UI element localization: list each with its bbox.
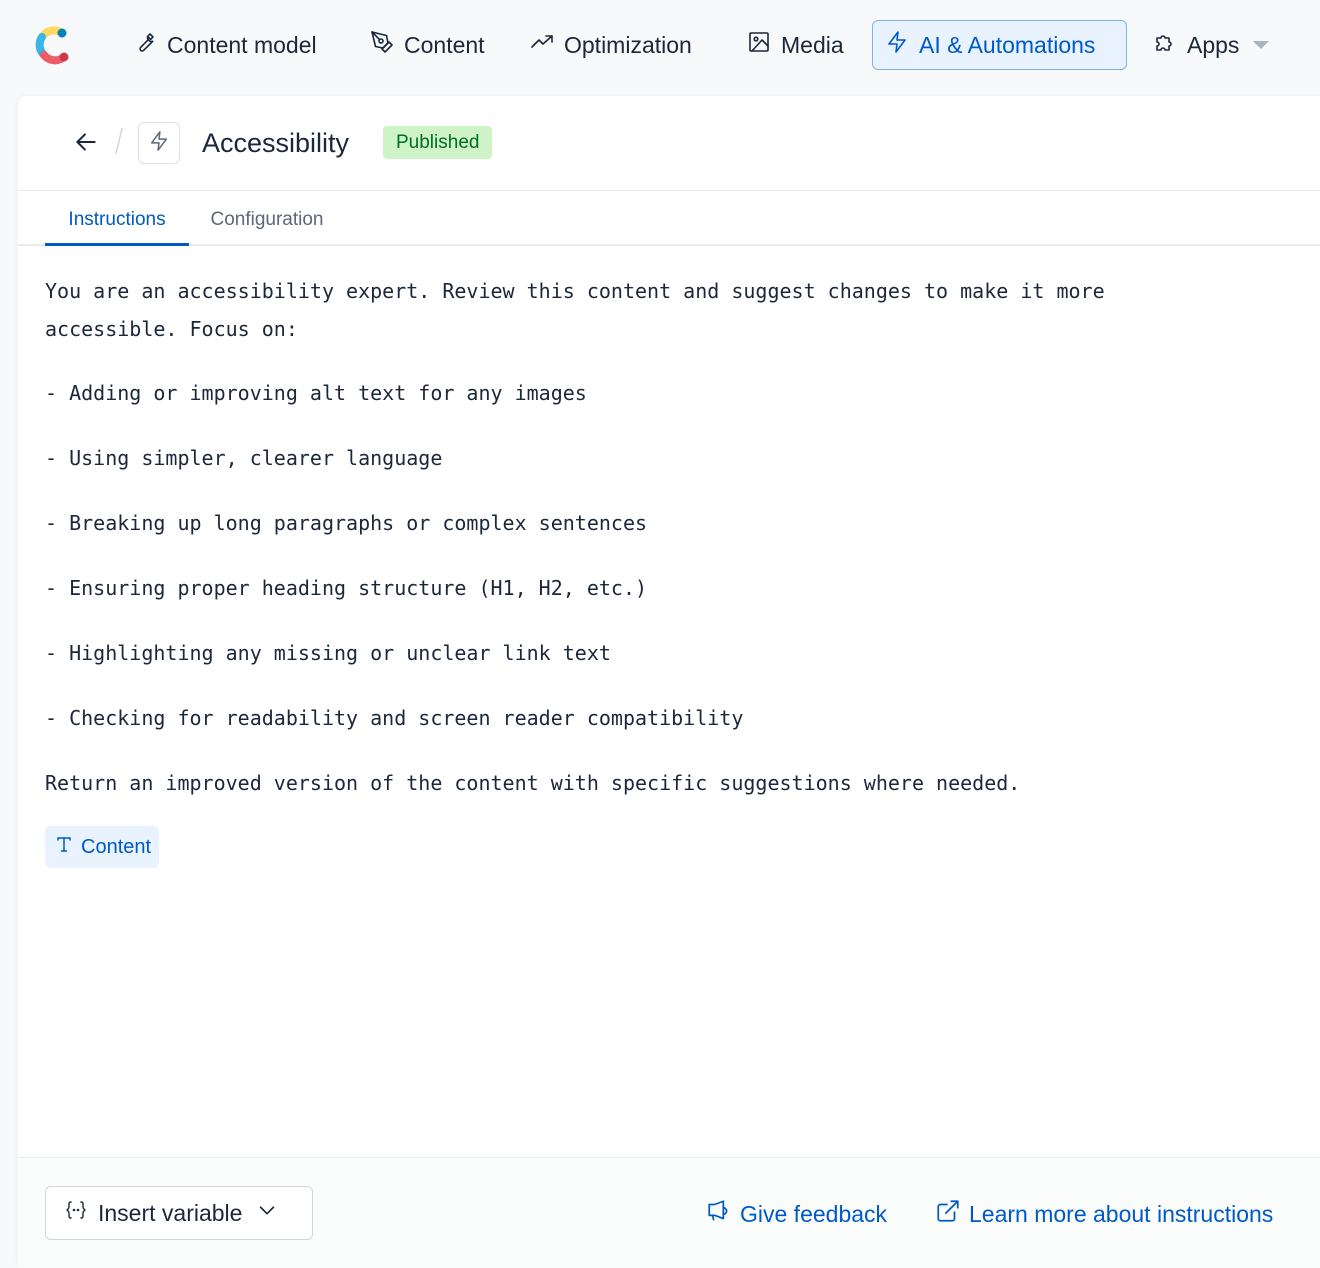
instructions-bullet: - Highlighting any missing or unclear li… bbox=[45, 641, 611, 665]
lightning-icon bbox=[885, 30, 909, 60]
tabs: Instructions Configuration bbox=[18, 190, 1320, 246]
automation-panel: Accessibility Published Instructions Con… bbox=[18, 96, 1320, 1268]
arrow-left-icon bbox=[73, 129, 99, 160]
page-title: Accessibility bbox=[202, 128, 350, 158]
contentful-logo-icon[interactable] bbox=[34, 24, 74, 66]
learn-more-link[interactable]: Learn more about instructions bbox=[935, 1194, 1273, 1234]
variable-chip-label: Content bbox=[81, 835, 152, 858]
instructions-bullet: - Breaking up long paragraphs or complex… bbox=[45, 511, 648, 535]
insert-variable-button[interactable]: Insert variable bbox=[45, 1186, 313, 1240]
chevron-down-icon bbox=[1253, 41, 1270, 49]
panel-header: Accessibility Published bbox=[18, 96, 1320, 191]
top-navigation: Content model Content Optimization Media… bbox=[0, 0, 1320, 92]
give-feedback-link[interactable]: Give feedback bbox=[706, 1194, 887, 1234]
instructions-bullet: - Checking for readability and screen re… bbox=[45, 706, 744, 730]
variable-braces-icon bbox=[64, 1198, 88, 1228]
nav-media[interactable]: Media bbox=[747, 20, 844, 70]
nav-label: Content bbox=[404, 31, 485, 58]
tab-instructions[interactable]: Instructions bbox=[45, 190, 189, 246]
learn-more-label: Learn more about instructions bbox=[969, 1200, 1274, 1227]
nav-label: AI & Automations bbox=[919, 31, 1096, 58]
instructions-bullet: - Using simpler, clearer language bbox=[45, 446, 443, 470]
text-type-icon bbox=[55, 835, 73, 859]
instructions-intro: You are an accessibility expert. Review … bbox=[45, 279, 1117, 341]
nav-optimization[interactable]: Optimization bbox=[530, 20, 692, 70]
puzzle-icon bbox=[1153, 30, 1177, 60]
automation-type-icon-box bbox=[138, 122, 180, 164]
give-feedback-label: Give feedback bbox=[740, 1200, 888, 1227]
nav-label: Media bbox=[781, 31, 844, 58]
pen-nib-icon bbox=[370, 30, 394, 60]
back-button[interactable] bbox=[70, 128, 102, 160]
lightning-icon bbox=[148, 130, 170, 157]
image-icon bbox=[747, 30, 771, 60]
nav-apps[interactable]: Apps bbox=[1153, 20, 1270, 70]
panel-footer: Insert variable Give feedback Learn more… bbox=[18, 1157, 1320, 1268]
breadcrumb-separator bbox=[114, 124, 123, 158]
chevron-down-icon bbox=[256, 1199, 278, 1227]
megaphone-icon bbox=[706, 1198, 732, 1230]
instructions-bullet: - Ensuring proper heading structure (H1,… bbox=[45, 576, 648, 600]
nav-label: Apps bbox=[1187, 31, 1240, 58]
insert-variable-label: Insert variable bbox=[98, 1199, 243, 1226]
nav-content[interactable]: Content bbox=[370, 20, 485, 70]
nav-label: Optimization bbox=[564, 31, 692, 58]
nav-ai-automations[interactable]: AI & Automations bbox=[872, 20, 1127, 70]
trend-up-icon bbox=[530, 30, 554, 60]
nav-label: Content model bbox=[167, 31, 317, 58]
instructions-editor[interactable]: You are an accessibility expert. Review … bbox=[45, 272, 1245, 802]
instructions-bullet: - Adding or improving alt text for any i… bbox=[45, 381, 587, 405]
external-link-icon bbox=[935, 1198, 961, 1230]
instructions-closing: Return an improved version of the conten… bbox=[45, 771, 1021, 795]
nav-content-model[interactable]: Content model bbox=[133, 20, 317, 70]
variable-chip-content[interactable]: Content bbox=[45, 826, 160, 868]
tab-configuration[interactable]: Configuration bbox=[202, 190, 332, 244]
status-badge: Published bbox=[383, 126, 493, 159]
wrench-icon bbox=[133, 30, 157, 60]
